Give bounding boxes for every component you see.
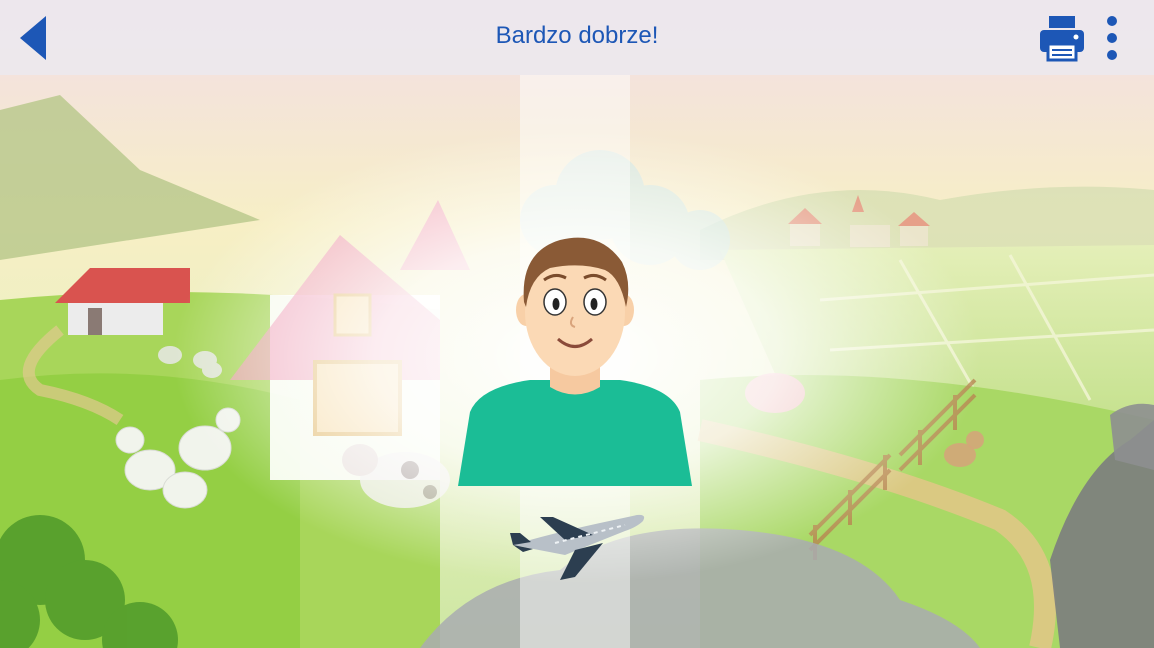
print-button[interactable] <box>1036 12 1088 64</box>
airplane-icon <box>510 514 645 580</box>
printer-icon <box>1040 16 1084 62</box>
top-bar: Bardzo dobrze! <box>0 0 1154 75</box>
man-picture[interactable] <box>440 222 710 492</box>
page-title: Bardzo dobrze! <box>495 22 659 49</box>
more-options-button[interactable] <box>1096 12 1128 64</box>
more-vertical-icon <box>1107 16 1117 60</box>
